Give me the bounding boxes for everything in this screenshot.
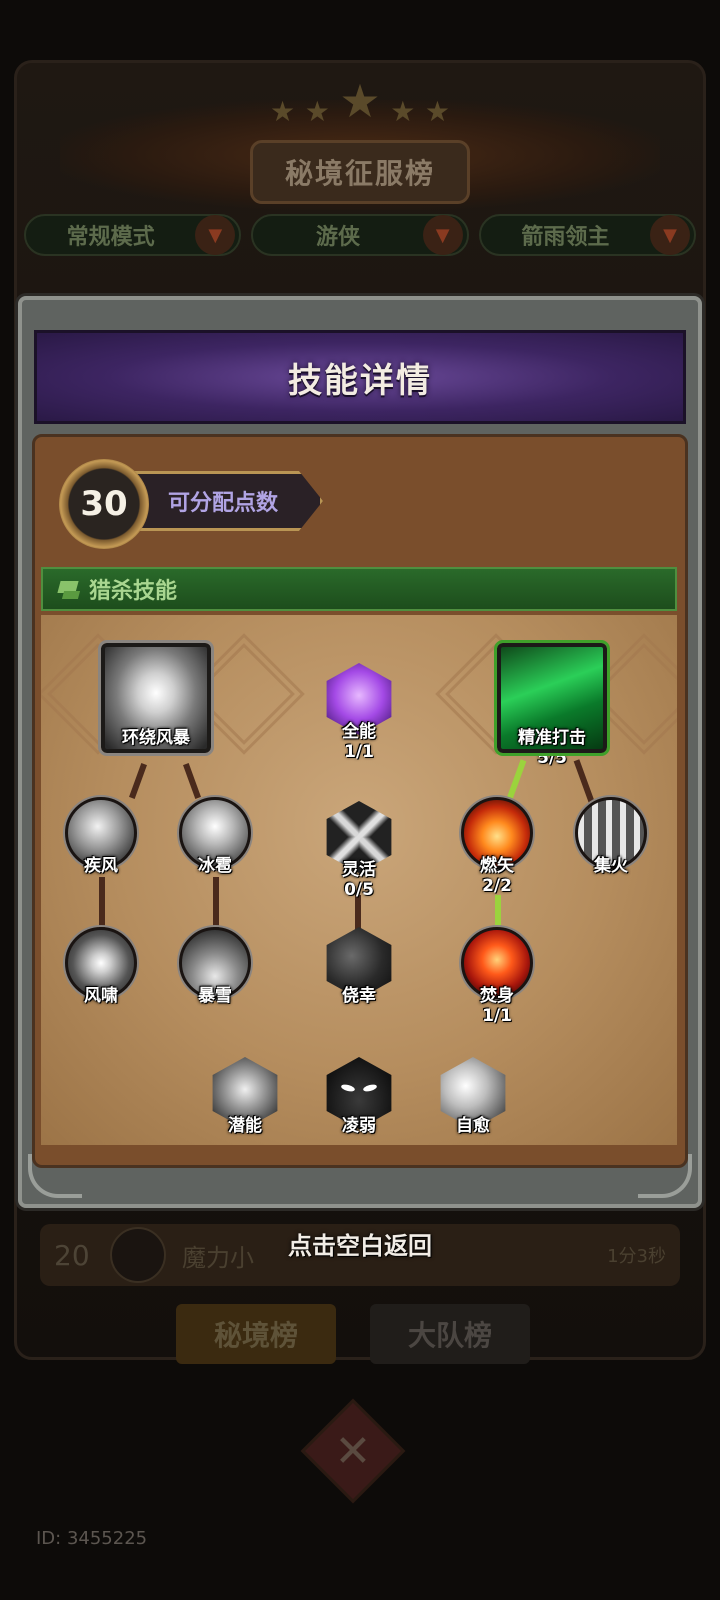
chevron-down-icon[interactable]: ▼ <box>649 215 690 255</box>
tap-to-return-hint[interactable]: 点击空白返回 <box>0 1226 720 1261</box>
class-dropdown-label: 游侠 <box>315 225 360 250</box>
points-badge: 30 <box>59 459 149 549</box>
tab-secret-realm[interactable]: 秘境榜 <box>176 1304 336 1364</box>
class-dropdown[interactable]: 游侠 ▼ <box>251 214 469 256</box>
player-id: ID: 3455225 <box>36 1528 148 1549</box>
category-bar: 猎杀技能 <box>41 567 677 611</box>
skill-node-linghuo[interactable]: 灵活 0/5 <box>319 801 399 900</box>
chevron-down-icon[interactable]: ▼ <box>422 215 463 255</box>
points-value: 30 <box>80 484 128 524</box>
skill-level: 1/1 <box>482 1006 512 1026</box>
skill-dropdown[interactable]: 箭雨领主 ▼ <box>478 214 696 256</box>
skill-node-qianneng[interactable]: 潜能 <box>205 1057 285 1136</box>
points-label: 可分配点数 <box>168 491 279 516</box>
close-icon: ✕ <box>334 1425 372 1477</box>
skill-name: 潜能 <box>228 1116 262 1136</box>
skill-node-jiaoxing[interactable]: 侥幸 <box>319 927 399 1006</box>
skill-node-ziyu[interactable]: 自愈 <box>433 1057 513 1136</box>
skill-level: 2/2 <box>482 876 512 896</box>
skill-name: 燃矢 <box>480 856 514 876</box>
points-plate: 可分配点数 <box>123 471 323 531</box>
skill-name: 冰雹 <box>198 856 232 876</box>
skill-name: 集火 <box>594 856 628 876</box>
chevron-down-icon[interactable]: ▼ <box>195 215 236 255</box>
skill-name: 全能 <box>342 722 376 742</box>
skill-node-jifeng[interactable]: 疾风 <box>61 797 141 876</box>
skill-node-jihuo[interactable]: 集火 <box>571 797 651 876</box>
skill-node-huanrao-fengbao[interactable]: 环绕风暴 <box>98 640 214 756</box>
category-label: 猎杀技能 <box>89 579 178 604</box>
skill-dropdown-label: 箭雨领主 <box>521 225 610 250</box>
star-icon: ★ <box>390 95 416 128</box>
leaderboard-tabs: 秘境榜 大队榜 <box>176 1304 546 1366</box>
modal-body: 可分配点数 30 猎杀技能 环绕风暴 全能 1/1 精准打击 5/5 疾风 冰雹… <box>32 434 688 1168</box>
star-icon: ★ <box>339 74 381 128</box>
modal-title: 技能详情 <box>288 360 432 401</box>
skill-node-fengxiao[interactable]: 风啸 <box>61 927 141 1006</box>
leaderboard-title-plate: 秘境征服榜 <box>250 140 470 204</box>
modal-header: 技能详情 <box>34 330 686 424</box>
mode-dropdown-label: 常规模式 <box>66 225 155 250</box>
skill-name: 焚身 <box>480 986 514 1006</box>
skill-node-fenshen[interactable]: 焚身 1/1 <box>457 927 537 1026</box>
skill-node-ranshi[interactable]: 燃矢 2/2 <box>457 797 537 896</box>
tab-team[interactable]: 大队榜 <box>370 1304 530 1364</box>
tree-link <box>183 763 201 799</box>
star-icon: ★ <box>424 95 450 128</box>
mode-dropdown[interactable]: 常规模式 ▼ <box>24 214 242 256</box>
hunt-icon <box>57 577 81 601</box>
skill-node-bingbao[interactable]: 冰雹 <box>175 797 255 876</box>
skill-tree: 环绕风暴 全能 1/1 精准打击 5/5 疾风 冰雹 灵活 0/5 燃矢 2/2… <box>41 615 677 1145</box>
skill-name: 疾风 <box>84 856 118 876</box>
skill-name: 风啸 <box>84 986 118 1006</box>
skill-node-lingruo[interactable]: 凌弱 <box>319 1057 399 1136</box>
skill-name: 自愈 <box>456 1116 490 1136</box>
leaderboard-title: 秘境征服榜 <box>284 157 435 190</box>
skill-name: 环绕风暴 <box>122 728 190 748</box>
skill-name: 灵活 <box>342 860 376 880</box>
star-icon: ★ <box>304 95 330 128</box>
skill-name: 侥幸 <box>342 986 376 1006</box>
skill-node-jingzhun-daji[interactable]: 精准打击 5/5 <box>494 640 610 768</box>
close-button[interactable]: ✕ <box>300 1398 406 1504</box>
skill-detail-modal: 技能详情 可分配点数 30 猎杀技能 环绕风暴 全能 1/1 精准打击 5/5 … <box>18 296 702 1208</box>
skill-name: 凌弱 <box>342 1116 376 1136</box>
skill-node-baoxue[interactable]: 暴雪 <box>175 927 255 1006</box>
tree-link <box>129 763 147 799</box>
star-icon: ★ <box>270 95 296 128</box>
filter-dropdowns: 常规模式 ▼ 游侠 ▼ 箭雨领主 ▼ <box>24 214 696 260</box>
rating-stars: ★ ★ ★ ★ ★ <box>270 74 450 128</box>
corner-ornament <box>28 1154 82 1198</box>
skill-level: 0/5 <box>344 880 374 900</box>
corner-ornament <box>638 1154 692 1198</box>
skill-name: 暴雪 <box>198 986 232 1006</box>
skill-level: 1/1 <box>344 742 374 762</box>
skill-name: 精准打击 <box>518 728 586 748</box>
skill-node-quanneng[interactable]: 全能 1/1 <box>319 663 399 762</box>
